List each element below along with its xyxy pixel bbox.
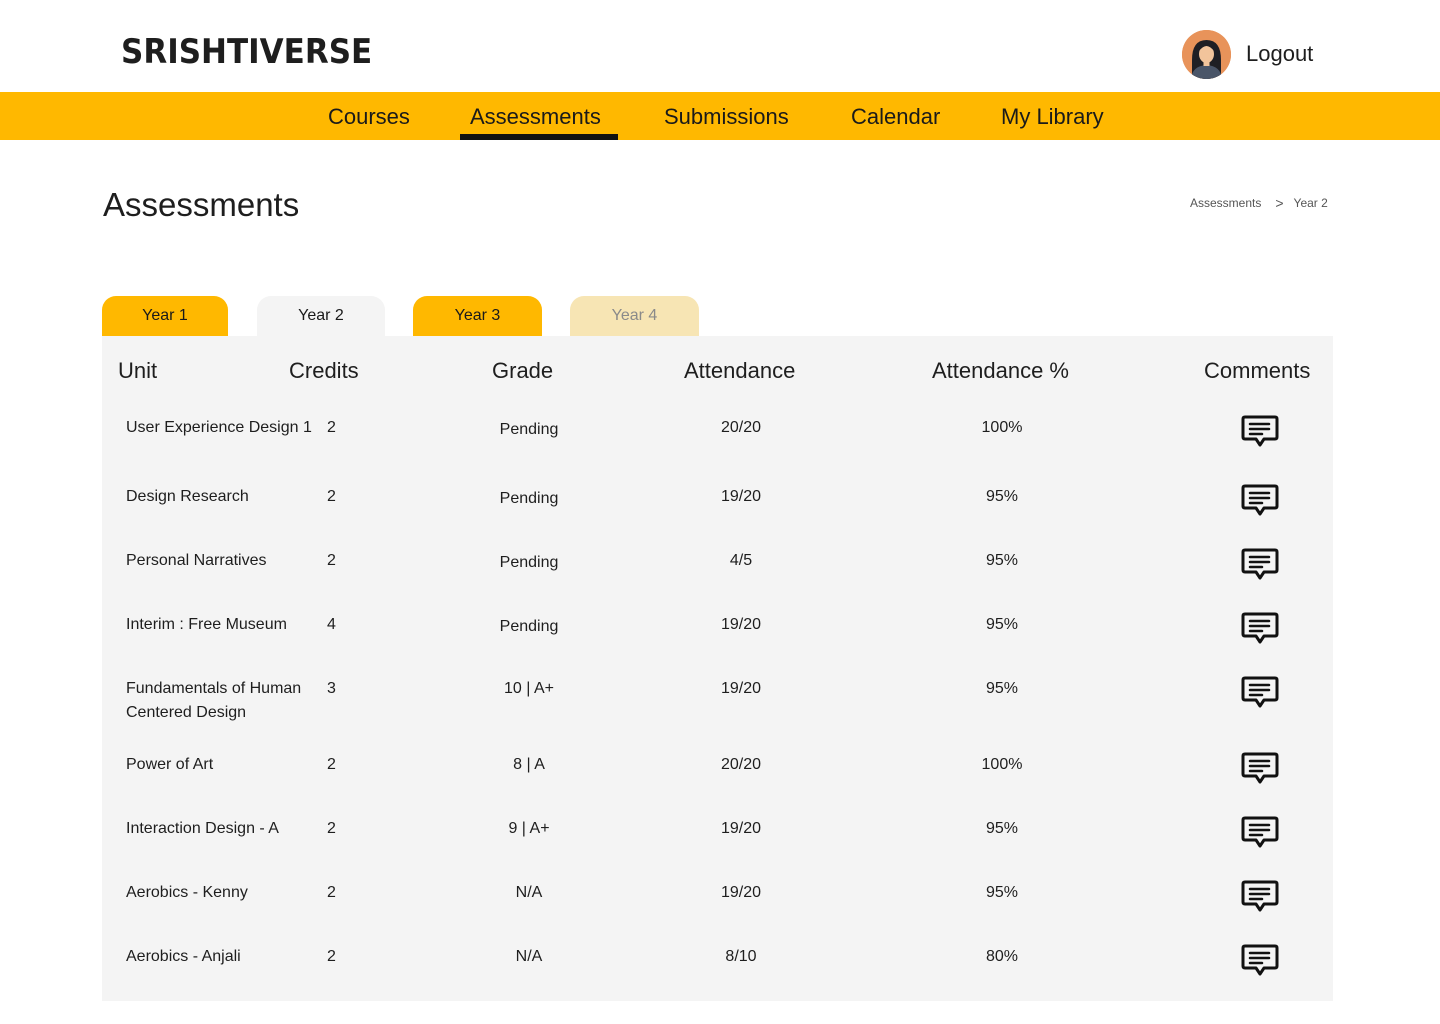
cell-attendance-percent: 100% [981, 756, 1023, 773]
tab-year-1[interactable]: Year 1 [102, 296, 228, 336]
cell-unit: User Experience Design 1 [126, 419, 312, 436]
cell-unit: Fundamentals of Human Centered Design [126, 680, 302, 721]
cell-credits: 3 [327, 680, 336, 697]
cell-credits: 2 [327, 419, 336, 436]
comment-button[interactable] [1240, 414, 1280, 450]
cell-attendance-percent: 95% [985, 616, 1019, 633]
tab-year-3[interactable]: Year 3 [413, 296, 542, 336]
cell-credits: 2 [327, 756, 336, 773]
nav-my-library[interactable]: My Library [1001, 104, 1104, 130]
brand-logo[interactable]: SRISHTIVERSE [121, 33, 372, 72]
cell-attendance: 19/20 [720, 680, 762, 697]
cell-unit: Design Research [126, 488, 249, 505]
chevron-right-icon: > [1275, 195, 1284, 211]
cell-attendance: 4/5 [729, 552, 753, 569]
cell-attendance-percent: 95% [985, 680, 1019, 697]
cell-unit: Personal Narratives [126, 552, 267, 569]
cell-credits: 2 [327, 820, 336, 837]
cell-grade: N/A [515, 948, 543, 965]
cell-attendance: 19/20 [720, 616, 762, 633]
cell-attendance-percent: 95% [985, 820, 1019, 837]
breadcrumb-assessments[interactable]: Assessments [1190, 196, 1261, 210]
nav-submissions[interactable]: Submissions [664, 104, 789, 130]
main-nav: Courses Assessments Submissions Calendar… [0, 92, 1440, 140]
cell-attendance-percent: 95% [985, 552, 1019, 569]
comment-button[interactable] [1240, 943, 1280, 979]
cell-attendance: 19/20 [720, 884, 762, 901]
cell-grade: 9 | A+ [508, 820, 550, 837]
cell-unit: Aerobics - Kenny [126, 884, 248, 901]
column-header-attendance: Attendance [684, 358, 796, 383]
comment-button[interactable] [1240, 815, 1280, 851]
cell-grade: Pending [499, 554, 559, 571]
cell-attendance: 19/20 [720, 488, 762, 505]
comment-button[interactable] [1240, 751, 1280, 787]
cell-grade: 8 | A [513, 756, 545, 773]
cell-attendance: 20/20 [720, 419, 762, 436]
column-header-attendance-percent: Attendance % [932, 358, 1069, 383]
cell-unit: Interim : Free Museum [126, 616, 287, 633]
comment-icon [1241, 415, 1279, 447]
comment-icon [1241, 752, 1279, 784]
cell-credits: 2 [327, 552, 336, 569]
cell-grade: Pending [499, 618, 559, 635]
active-nav-indicator [460, 134, 618, 140]
cell-credits: 2 [327, 948, 336, 965]
comment-icon [1241, 548, 1279, 580]
cell-grade: 10 | A+ [504, 680, 554, 697]
cell-unit: Interaction Design - A [126, 820, 279, 837]
cell-grade: Pending [499, 490, 559, 507]
comment-icon [1241, 816, 1279, 848]
tab-year-4[interactable]: Year 4 [570, 296, 699, 336]
column-header-credits: Credits [289, 358, 359, 383]
cell-attendance-percent: 100% [981, 419, 1023, 436]
comment-button[interactable] [1240, 675, 1280, 711]
breadcrumb-year-2: Year 2 [1293, 196, 1328, 210]
comment-button[interactable] [1240, 879, 1280, 915]
cell-attendance: 19/20 [720, 820, 762, 837]
comment-button[interactable] [1240, 483, 1280, 519]
cell-unit: Aerobics - Anjali [126, 948, 241, 965]
comment-icon [1241, 612, 1279, 644]
comment-button[interactable] [1240, 547, 1280, 583]
cell-unit: Power of Art [126, 756, 214, 773]
comment-icon [1241, 880, 1279, 912]
breadcrumb: Assessments > Year 2 [1190, 195, 1328, 211]
logout-button[interactable]: Logout [1246, 41, 1313, 67]
column-header-unit: Unit [118, 358, 158, 383]
cell-grade: Pending [499, 421, 559, 438]
tab-year-2[interactable]: Year 2 [257, 296, 385, 336]
cell-credits: 2 [327, 488, 336, 505]
cell-attendance: 20/20 [720, 756, 762, 773]
nav-courses[interactable]: Courses [328, 104, 410, 130]
page-title: Assessments [103, 186, 300, 223]
cell-attendance-percent: 95% [985, 884, 1019, 901]
cell-attendance-percent: 80% [985, 948, 1019, 965]
cell-credits: 4 [327, 616, 336, 633]
column-header-comments: Comments [1204, 358, 1311, 383]
comment-button[interactable] [1240, 611, 1280, 647]
top-bar: SRISHTIVERSE Logout [0, 0, 1440, 92]
cell-grade: N/A [515, 884, 543, 901]
cell-credits: 2 [327, 884, 336, 901]
cell-attendance-percent: 95% [985, 488, 1019, 505]
comment-icon [1241, 676, 1279, 708]
comment-icon [1241, 484, 1279, 516]
cell-attendance: 8/10 [725, 948, 757, 965]
nav-assessments[interactable]: Assessments [470, 104, 601, 130]
column-header-grade: Grade [492, 358, 554, 383]
nav-calendar[interactable]: Calendar [851, 104, 940, 130]
comment-icon [1241, 944, 1279, 976]
user-avatar[interactable] [1182, 30, 1231, 79]
